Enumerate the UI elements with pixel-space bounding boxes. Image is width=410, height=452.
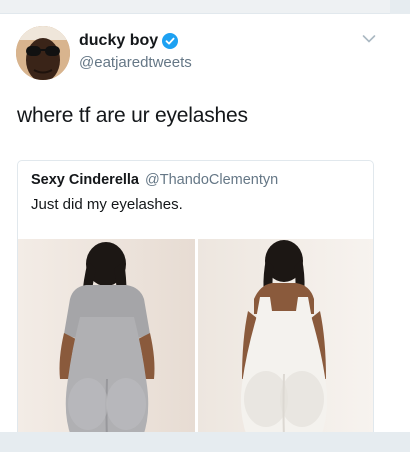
display-name[interactable]: ducky boy: [79, 32, 158, 50]
bottom-separator: [0, 432, 410, 452]
handle[interactable]: @eatjaredtweets: [79, 54, 192, 71]
quoted-media: [18, 239, 373, 437]
quoted-display-name: Sexy Cinderella: [31, 172, 139, 188]
chevron-down-icon[interactable]: [362, 34, 376, 44]
previous-tweet-edge: [0, 0, 390, 14]
avatar[interactable]: [16, 26, 70, 80]
tweet-text: where tf are ur eyelashes: [17, 104, 248, 127]
quoted-author-row: Sexy Cinderella @ThandoClementyn: [31, 172, 278, 188]
quoted-handle: @ThandoClementyn: [145, 172, 279, 188]
verified-badge-icon: [162, 33, 179, 49]
top-separator: [0, 0, 410, 14]
author-name-row: ducky boy: [79, 32, 179, 50]
tweet-card[interactable]: ducky boy @eatjaredtweets where tf are u…: [0, 14, 390, 438]
photo-white-dress[interactable]: [198, 239, 373, 437]
photo-grey-dress[interactable]: [18, 239, 195, 437]
quoted-tweet[interactable]: Sexy Cinderella @ThandoClementyn Just di…: [17, 160, 374, 438]
quoted-tweet-text: Just did my eyelashes.: [31, 196, 183, 213]
